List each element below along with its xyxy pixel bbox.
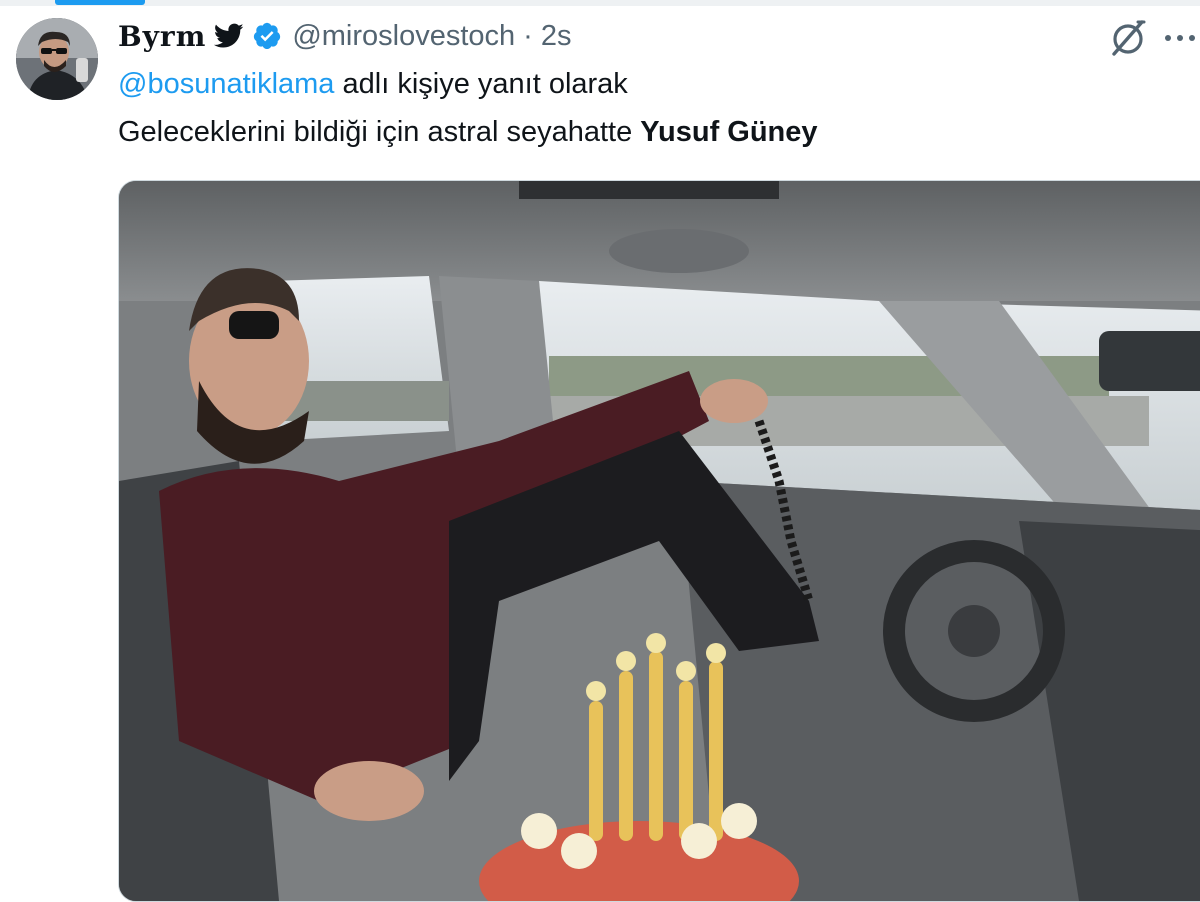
tweet-header: Byrm @miroslovestoch · 2s xyxy=(118,16,571,56)
video-frame xyxy=(119,181,1200,901)
user-handle[interactable]: @miroslovestoch xyxy=(292,20,515,53)
tweet[interactable]: Byrm @miroslovestoch · 2s @bosunatiklama… xyxy=(0,6,1200,902)
grok-icon[interactable] xyxy=(1108,18,1148,58)
reply-context: @bosunatiklama adlı kişiye yanıt olarak xyxy=(118,68,628,101)
more-options-icon[interactable] xyxy=(1162,28,1198,48)
tweet-text-plain: Geleceklerini bildiği için astral seyaha… xyxy=(118,116,641,148)
avatar[interactable] xyxy=(16,18,98,100)
reply-context-text: adlı kişiye yanıt olarak xyxy=(334,68,628,100)
avatar-image xyxy=(16,18,98,100)
active-tab-indicator xyxy=(55,0,145,5)
separator-dot: · xyxy=(523,19,533,52)
reply-mention-link[interactable]: @bosunatiklama xyxy=(118,68,334,100)
verified-badge-icon xyxy=(252,21,282,51)
twitter-bird-icon xyxy=(214,23,244,49)
tweet-text-bold: Yusuf Güney xyxy=(640,116,818,148)
tweet-text: Geleceklerini bildiği için astral seyaha… xyxy=(118,116,818,149)
tweet-media-video[interactable] xyxy=(118,180,1200,902)
display-name[interactable]: Byrm xyxy=(118,20,206,53)
tweet-timestamp[interactable]: 2s xyxy=(541,20,572,53)
